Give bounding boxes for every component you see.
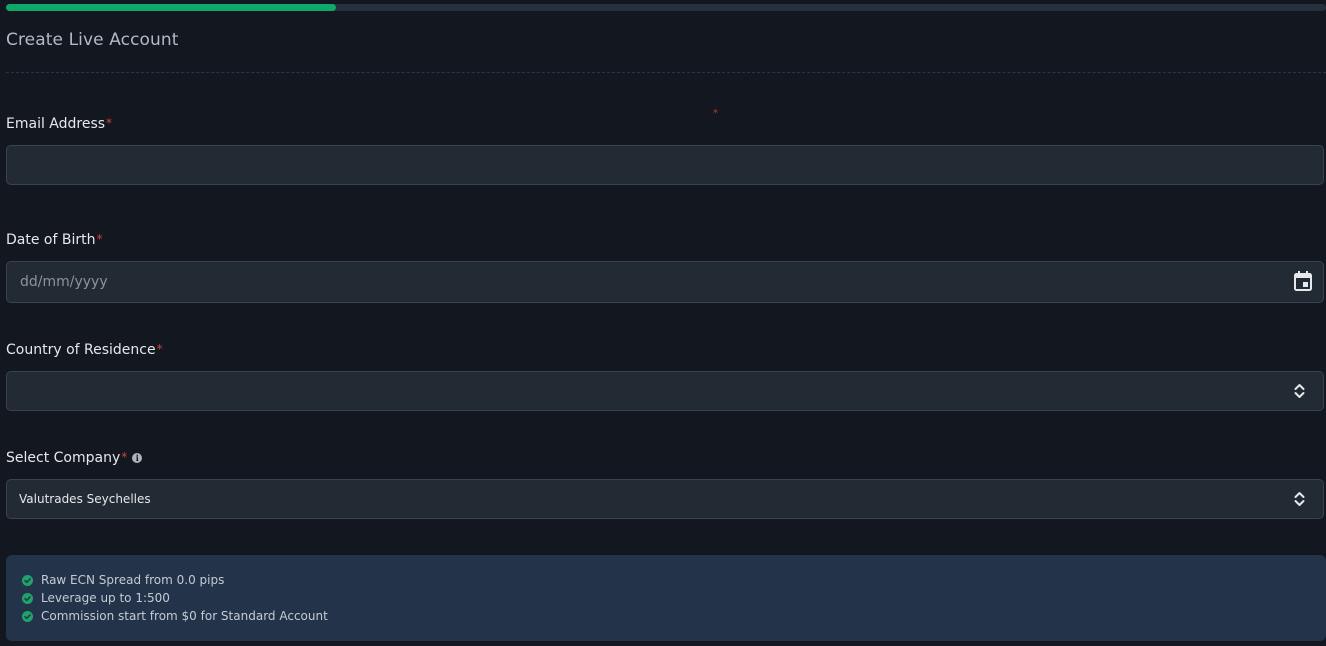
account-benefits-panel: Raw ECN Spread from 0.0 pips Leverage up… xyxy=(6,555,1326,641)
progress-bar-fill xyxy=(6,4,336,11)
email-field[interactable] xyxy=(7,146,1323,184)
country-select[interactable] xyxy=(6,371,1324,411)
page-title: Create Live Account xyxy=(6,30,179,50)
required-asterisk: * xyxy=(121,450,128,464)
company-label-text: Select Company xyxy=(6,450,121,466)
required-marker: * xyxy=(713,108,718,119)
sort-arrows-icon xyxy=(1294,492,1305,506)
info-icon[interactable]: i xyxy=(132,453,143,463)
check-circle-icon xyxy=(22,610,33,622)
required-asterisk: * xyxy=(106,116,113,130)
date-of-birth-field[interactable]: dd/mm/yyyy xyxy=(6,261,1324,303)
dob-placeholder: dd/mm/yyyy xyxy=(20,274,108,290)
calendar-icon[interactable] xyxy=(1294,271,1312,291)
benefit-item: Raw ECN Spread from 0.0 pips xyxy=(22,571,1310,589)
email-label-text: Email Address xyxy=(6,116,106,132)
country-label-text: Country of Residence xyxy=(6,342,156,358)
sort-arrows-icon xyxy=(1294,384,1305,398)
required-asterisk: * xyxy=(96,232,103,246)
country-label: Country of Residence* xyxy=(6,342,163,358)
benefit-item: Leverage up to 1:500 xyxy=(22,589,1310,607)
company-select[interactable]: Valutrades Seychelles xyxy=(6,479,1324,519)
company-select-value: Valutrades Seychelles xyxy=(19,492,151,506)
benefit-text: Leverage up to 1:500 xyxy=(41,591,170,605)
check-circle-icon xyxy=(22,592,33,604)
dob-label: Date of Birth* xyxy=(6,232,102,248)
benefit-text: Commission start from $0 for Standard Ac… xyxy=(41,609,328,623)
progress-bar xyxy=(6,4,1326,11)
dob-label-text: Date of Birth xyxy=(6,232,96,248)
email-label: Email Address* xyxy=(6,116,112,132)
company-label: Select Company* i xyxy=(6,450,143,466)
benefit-item: Commission start from $0 for Standard Ac… xyxy=(22,607,1310,625)
benefit-text: Raw ECN Spread from 0.0 pips xyxy=(41,573,225,587)
create-account-page: Create Live Account * Email Address* Dat… xyxy=(0,0,1326,646)
required-asterisk: * xyxy=(156,342,163,356)
check-circle-icon xyxy=(22,574,33,586)
email-field-box xyxy=(6,145,1324,185)
title-divider xyxy=(6,72,1326,73)
